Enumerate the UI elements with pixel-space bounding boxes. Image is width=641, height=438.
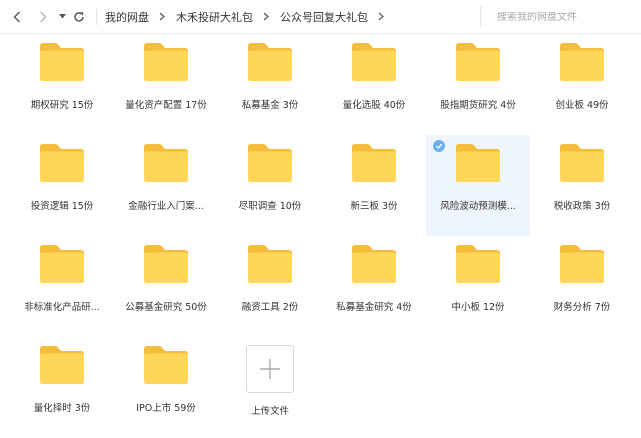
upload-box (246, 345, 294, 393)
folder-item[interactable]: 私募基金研究 4份 (322, 236, 426, 337)
folder-icon (248, 144, 292, 182)
folder-item[interactable]: 创业板 49份 (530, 34, 634, 135)
folder-icon (456, 43, 500, 81)
folder-label: 创业板 49份 (555, 100, 609, 111)
folder-item[interactable]: 公募基金研究 50份 (114, 236, 218, 337)
folder-label: 金融行业入门案... (128, 201, 204, 212)
folder-item[interactable]: 期权研究 15份 (10, 34, 114, 135)
folder-item[interactable]: 股指期货研究 4份 (426, 34, 530, 135)
folder-item[interactable]: IPO上市 59份 (114, 337, 218, 438)
folder-icon (40, 144, 84, 182)
chevron-right-icon (378, 12, 384, 21)
folder-item[interactable]: 中小板 12份 (426, 236, 530, 337)
folder-label: 投资逻辑 15份 (30, 201, 94, 212)
folder-item[interactable]: 量化择时 3份 (10, 337, 114, 438)
refresh-icon (74, 11, 84, 22)
folder-icon (144, 245, 188, 283)
back-button[interactable] (8, 7, 26, 27)
folder-item[interactable]: 金融行业入门案... (114, 135, 218, 236)
folder-item[interactable]: 财务分析 7份 (530, 236, 634, 337)
search-box (480, 6, 638, 28)
folder-label: 私募基金研究 4份 (336, 302, 412, 313)
folder-item[interactable]: 私募基金 3份 (218, 34, 322, 135)
folder-label: 融资工具 2份 (241, 302, 299, 313)
forward-button[interactable] (34, 7, 52, 27)
folder-item[interactable]: 新三板 3份 (322, 135, 426, 236)
folder-label: 新三板 3份 (350, 201, 398, 212)
folder-label: 非标准化产品研... (24, 302, 100, 313)
folder-item[interactable]: 尽职调查 10份 (218, 135, 322, 236)
breadcrumb: 我的网盘 木禾投研大礼包 公众号回复大礼包 (105, 9, 395, 25)
history-dropdown-button[interactable] (56, 7, 68, 27)
folder-item[interactable]: 投资逻辑 15份 (10, 135, 114, 236)
folder-icon (144, 346, 188, 384)
folder-label: 股指期货研究 4份 (440, 100, 516, 111)
folder-icon (560, 245, 604, 283)
folder-icon (144, 144, 188, 182)
folder-icon (144, 43, 188, 81)
folder-icon (40, 245, 84, 283)
folder-icon (352, 144, 396, 182)
folder-icon (248, 43, 292, 81)
folder-label: 风险波动预测模... (440, 201, 516, 212)
folder-grid: 期权研究 15份 量化资产配置 17份 私募基金 3份 量化选股 40份 股指期… (10, 34, 641, 438)
search-input[interactable] (497, 11, 637, 23)
folder-label: 量化择时 3份 (33, 403, 91, 414)
chevron-right-icon (159, 12, 165, 21)
folder-icon (40, 43, 84, 81)
folder-icon (352, 43, 396, 81)
folder-item-selected[interactable]: 风险波动预测模... (426, 135, 530, 236)
toolbar: 我的网盘 木禾投研大礼包 公众号回复大礼包 (0, 0, 641, 34)
folder-label: 期权研究 15份 (30, 100, 94, 111)
folder-icon (456, 144, 500, 182)
chevron-right-icon (263, 12, 269, 21)
upload-file-button[interactable]: 上传文件 (218, 337, 322, 438)
plus-icon (260, 359, 280, 379)
chevron-right-icon (40, 11, 47, 22)
folder-item[interactable]: 量化选股 40份 (322, 34, 426, 135)
folder-label: 量化资产配置 17份 (125, 100, 207, 111)
folder-label: 量化选股 40份 (342, 100, 406, 111)
folder-label: 中小板 12份 (451, 302, 505, 313)
folder-icon (40, 346, 84, 384)
folder-label: IPO上市 59份 (136, 403, 196, 414)
checkmark-icon[interactable] (433, 140, 445, 152)
folder-icon (560, 144, 604, 182)
folder-icon (560, 43, 604, 81)
breadcrumb-item-gift-pack[interactable]: 木禾投研大礼包 (176, 9, 253, 25)
folder-item[interactable]: 融资工具 2份 (218, 236, 322, 337)
chevron-left-icon (13, 11, 20, 22)
folder-label: 私募基金 3份 (241, 100, 299, 111)
refresh-button[interactable] (70, 7, 88, 27)
folder-icon (248, 245, 292, 283)
folder-label: 财务分析 7份 (553, 302, 611, 313)
toolbar-divider (96, 8, 97, 25)
folder-icon (352, 245, 396, 283)
folder-label: 尽职调查 10份 (238, 201, 302, 212)
folder-icon (456, 245, 500, 283)
folder-label: 税收政策 3份 (553, 201, 611, 212)
caret-down-icon (58, 14, 66, 19)
breadcrumb-item-current[interactable]: 公众号回复大礼包 (280, 9, 368, 25)
breadcrumb-item-root[interactable]: 我的网盘 (105, 9, 149, 25)
folder-item[interactable]: 非标准化产品研... (10, 236, 114, 337)
folder-label: 公募基金研究 50份 (125, 302, 207, 313)
folder-item[interactable]: 税收政策 3份 (530, 135, 634, 236)
folder-item[interactable]: 量化资产配置 17份 (114, 34, 218, 135)
